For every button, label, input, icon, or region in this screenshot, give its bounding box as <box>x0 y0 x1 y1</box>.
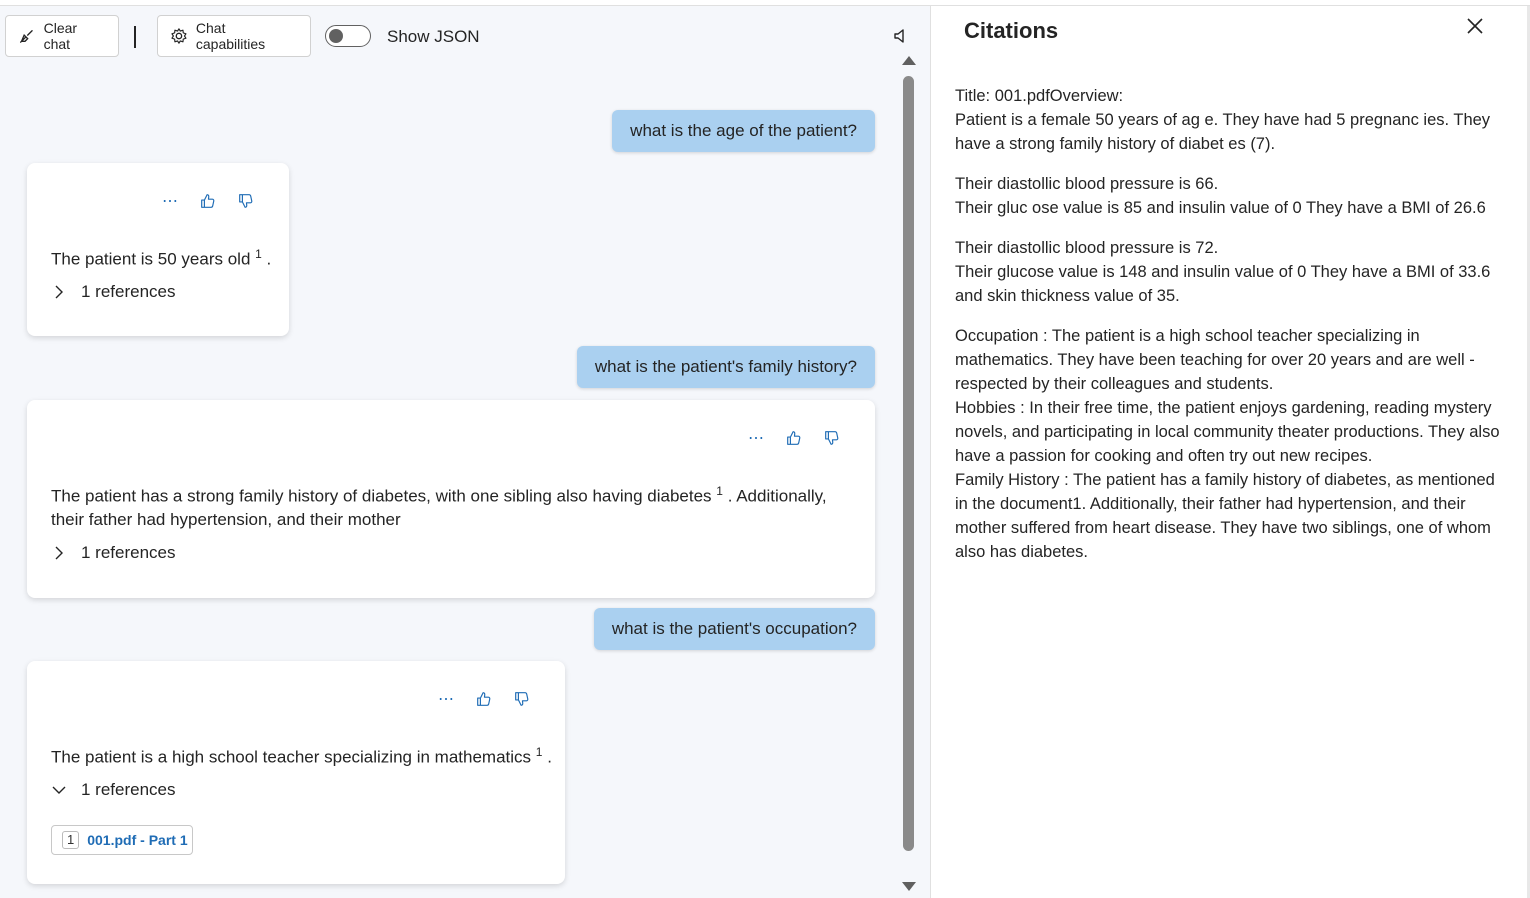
show-json-label: Show JSON <box>387 27 480 46</box>
scroll-down-arrow-icon[interactable] <box>902 882 916 891</box>
thumbs-up-icon[interactable] <box>196 189 220 213</box>
citation-marker[interactable]: 1 <box>255 247 262 261</box>
toolbar-divider <box>134 26 136 48</box>
clear-chat-label: Clear chat <box>43 20 78 52</box>
answer-actions: ⋯ <box>744 426 844 450</box>
gear-icon <box>171 28 187 44</box>
answer-actions: ⋯ <box>434 687 534 711</box>
speaker-icon[interactable] <box>891 26 911 46</box>
thumbs-up-icon[interactable] <box>782 426 806 450</box>
references-toggle[interactable]: 1 references <box>51 282 176 302</box>
user-message: what is the patient's family history? <box>576 346 875 388</box>
show-json-toggle[interactable] <box>325 25 371 47</box>
chat-capabilities-label: Chat capabilities <box>195 20 266 52</box>
more-options-icon[interactable]: ⋯ <box>744 426 768 450</box>
reference-title: 001.pdf - Part 1 <box>87 832 188 848</box>
assistant-answer-card: ⋯ The patient is a high school teacher s… <box>27 661 565 884</box>
user-message: what is the patient's occupation? <box>593 608 875 650</box>
scroll-up-arrow-icon[interactable] <box>902 56 916 65</box>
references-toggle[interactable]: 1 references <box>51 543 176 563</box>
citations-title: Citations <box>964 18 1059 43</box>
toggle-knob <box>329 29 343 43</box>
broom-icon <box>19 30 33 43</box>
answer-text: The patient is 50 years old 1 . <box>51 247 272 269</box>
thumbs-down-icon[interactable] <box>510 687 534 711</box>
close-icon[interactable] <box>1465 16 1485 36</box>
more-options-icon[interactable]: ⋯ <box>434 687 458 711</box>
citation-marker[interactable]: 1 <box>716 484 723 498</box>
chat-panel: Clear chat Chat capabilities Show JSON w… <box>0 6 929 898</box>
references-toggle[interactable]: 1 references <box>51 780 176 800</box>
assistant-answer-card: ⋯ The patient is 50 years old 1 . 1 refe… <box>27 163 289 336</box>
answer-actions: ⋯ <box>158 189 258 213</box>
thumbs-up-icon[interactable] <box>472 687 496 711</box>
chevron-down-icon <box>52 786 66 794</box>
chat-messages: what is the age of the patient? ⋯ The pa… <box>0 66 900 898</box>
answer-text: The patient is a high school teacher spe… <box>51 745 552 767</box>
answer-text: The patient has a strong family history … <box>51 484 827 529</box>
chat-capabilities-button[interactable]: Chat capabilities <box>157 15 311 57</box>
assistant-answer-card: ⋯ The patient has a strong family histor… <box>27 400 875 598</box>
reference-chip[interactable]: 1 001.pdf - Part 1 <box>51 825 193 855</box>
citations-panel: Citations Title: 001.pdfOverview: Patien… <box>930 6 1529 898</box>
chevron-right-icon <box>55 285 63 299</box>
chat-toolbar: Clear chat Chat capabilities Show JSON <box>0 6 929 66</box>
citation-paragraph: Occupation : The patient is a high schoo… <box>955 327 1500 561</box>
citation-paragraph: Their diastollic blood pressure is 72. T… <box>955 239 1491 305</box>
thumbs-down-icon[interactable] <box>234 189 258 213</box>
more-options-icon[interactable]: ⋯ <box>158 189 182 213</box>
chevron-right-icon <box>55 546 63 560</box>
citation-content: Title: 001.pdfOverview: Patient is a fem… <box>955 84 1510 580</box>
clear-chat-button[interactable]: Clear chat <box>5 15 119 57</box>
chat-scrollbar[interactable] <box>900 56 917 891</box>
citation-paragraph: Title: 001.pdfOverview: Patient is a fem… <box>955 87 1491 153</box>
citation-paragraph: Their diastollic blood pressure is 66. T… <box>955 175 1486 217</box>
scrollbar-thumb[interactable] <box>903 76 914 851</box>
user-message: what is the age of the patient? <box>612 110 875 152</box>
reference-number: 1 <box>62 831 80 849</box>
thumbs-down-icon[interactable] <box>820 426 844 450</box>
